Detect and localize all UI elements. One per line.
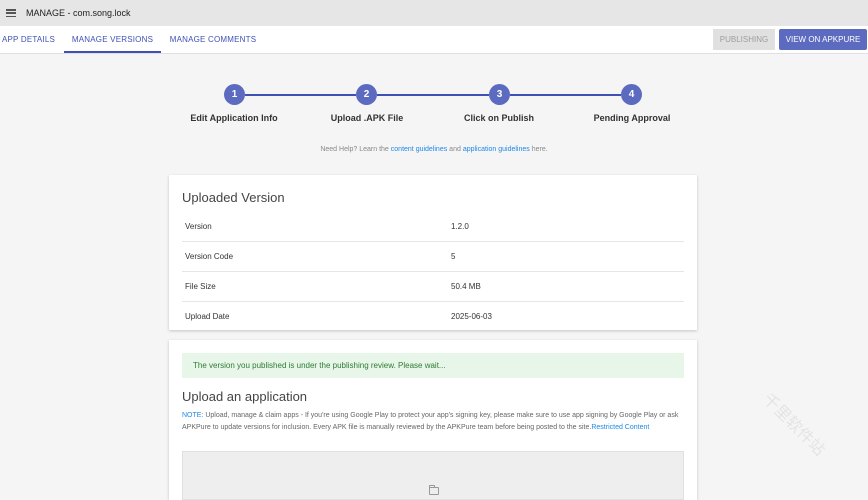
help-suffix: here. bbox=[531, 146, 548, 153]
uploaded-version-title: Uploaded Version bbox=[182, 190, 285, 205]
uploaded-version-card: Uploaded Version Version 1.2.0 Version C… bbox=[169, 175, 697, 330]
step-connector bbox=[510, 94, 621, 96]
step-4-label: Pending Approval bbox=[593, 113, 671, 123]
upload-application-card: The version you published is under the p… bbox=[169, 340, 697, 500]
tab-manage-comments[interactable]: MANAGE COMMENTS bbox=[165, 26, 261, 53]
page-title: MANAGE - com.song.lock bbox=[26, 8, 131, 18]
view-on-apkpure-button[interactable]: VIEW ON APKPURE bbox=[779, 29, 867, 50]
step-4-number: 4 bbox=[621, 84, 642, 105]
step-connector bbox=[245, 94, 356, 96]
help-prefix: Need Help? Learn the bbox=[320, 146, 389, 153]
step-connector bbox=[377, 94, 489, 96]
progress-stepper: 1 2 3 4 Edit Application Info Upload .AP… bbox=[0, 80, 868, 130]
step-2-number: 2 bbox=[356, 84, 377, 105]
row-value: 1.2.0 bbox=[451, 222, 469, 231]
upload-title: Upload an application bbox=[182, 389, 308, 404]
row-key: Version bbox=[185, 222, 212, 231]
table-row: Upload Date 2025-06-03 bbox=[182, 301, 684, 331]
help-middle: and bbox=[449, 146, 461, 153]
application-guidelines-link[interactable]: application guidelines bbox=[463, 146, 530, 153]
row-value: 5 bbox=[451, 252, 456, 261]
content-guidelines-link[interactable]: content guidelines bbox=[391, 146, 447, 153]
table-row: Version Code 5 bbox=[182, 241, 684, 272]
step-3-number: 3 bbox=[489, 84, 510, 105]
step-1-label: Edit Application Info bbox=[190, 113, 278, 123]
tab-app-details[interactable]: APP DETAILS bbox=[0, 26, 57, 53]
step-2-label: Upload .APK File bbox=[330, 113, 404, 123]
publishing-button[interactable]: PUBLISHING bbox=[713, 29, 775, 50]
row-key: Version Code bbox=[185, 252, 234, 261]
watermark-logo: 千里软件站 bbox=[759, 389, 829, 459]
upload-note: NOTE: Upload, manage & claim apps - If y… bbox=[182, 410, 687, 433]
title-bar: MANAGE - com.song.lock bbox=[0, 0, 868, 26]
row-key: File Size bbox=[185, 282, 216, 291]
restricted-content-link[interactable]: Restricted Content bbox=[591, 424, 649, 431]
step-3-label: Click on Publish bbox=[463, 113, 534, 123]
help-text: Need Help? Learn the content guidelines … bbox=[0, 146, 868, 153]
tab-manage-versions[interactable]: MANAGE VERSIONS bbox=[64, 26, 161, 53]
folder-icon bbox=[429, 485, 439, 495]
step-1-number: 1 bbox=[224, 84, 245, 105]
row-value: 2025-06-03 bbox=[451, 312, 492, 321]
row-value: 50.4 MB bbox=[451, 282, 481, 291]
note-label: NOTE: bbox=[182, 412, 204, 419]
hamburger-menu-icon[interactable] bbox=[6, 9, 16, 17]
row-key: Upload Date bbox=[185, 312, 230, 321]
review-status-notice: The version you published is under the p… bbox=[182, 353, 684, 378]
apk-dropzone[interactable] bbox=[182, 451, 684, 500]
svg-text:千里软件站: 千里软件站 bbox=[759, 389, 829, 459]
table-row: File Size 50.4 MB bbox=[182, 271, 684, 302]
tab-bar: APP DETAILS MANAGE VERSIONS MANAGE COMME… bbox=[0, 26, 868, 54]
table-row: Version 1.2.0 bbox=[182, 211, 684, 242]
